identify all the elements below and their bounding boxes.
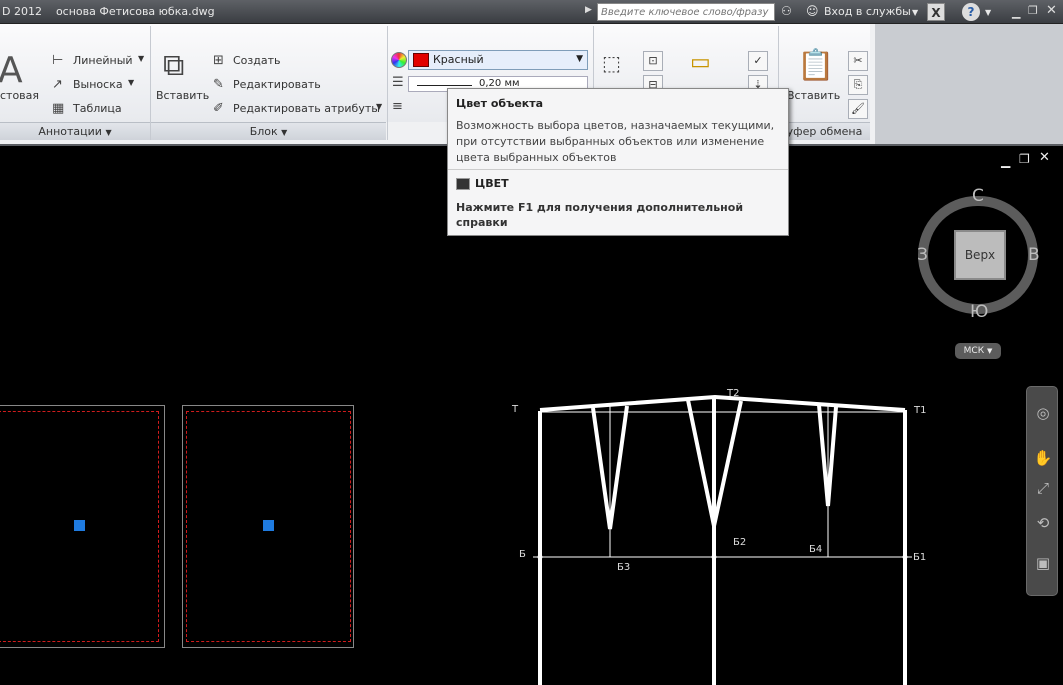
point-label-b1: Б1 (913, 552, 927, 563)
leader-button[interactable]: Выноска (73, 78, 123, 91)
match-properties-icon[interactable]: 🖌 (848, 99, 868, 119)
color-wheel-icon[interactable] (391, 52, 407, 68)
binoculars-icon[interactable]: ⚇ (781, 4, 792, 18)
pan-hand-icon[interactable]: ✋ (1032, 447, 1054, 469)
title-bar: D 2012 основа Фетисова юбка.dwg ▶ ⚇ ☺ Вх… (0, 0, 1063, 24)
exchange-button[interactable]: X (927, 3, 945, 21)
close-icon[interactable]: ✕ (1046, 3, 1057, 18)
table-button[interactable]: Таблица (73, 102, 122, 115)
title-expand-icon[interactable]: ▶ (585, 5, 592, 15)
text-tool-icon[interactable]: A (0, 50, 23, 91)
edit-block-button[interactable]: Редактировать (233, 78, 321, 91)
point-label-t: Т (512, 404, 519, 415)
cut-icon[interactable]: ✂ (848, 51, 868, 71)
table-icon[interactable]: ▦ (52, 102, 64, 116)
leader-icon[interactable]: ↗ (52, 78, 63, 92)
tooltip-command: ЦВЕТ (475, 177, 509, 190)
steering-wheel-icon[interactable]: ◎ (1032, 402, 1054, 424)
compass-south[interactable]: Ю (970, 302, 988, 322)
block-panel-dropdown-icon[interactable]: ▼ (281, 128, 287, 137)
navigation-bar: ◎ ✋ ⤢ ⟲ ▣ (1026, 386, 1058, 596)
tooltip-description: Возможность выбора цветов, назначаемых т… (456, 119, 775, 164)
annotation-panel-label: Аннотации (38, 125, 102, 138)
compass-east[interactable]: В (1028, 245, 1040, 265)
edit-attributes-button[interactable]: Редактировать атрибуты (233, 102, 380, 115)
color-swatch (413, 53, 429, 67)
point-label-t2: Т2 (727, 388, 740, 399)
linear-dim-icon[interactable]: ⊢ (52, 54, 63, 68)
ucs-label: МСК (963, 346, 985, 356)
point-label-t1: Т1 (914, 405, 927, 416)
help-dropdown-icon[interactable]: ▼ (985, 8, 991, 17)
paste-icon[interactable]: 📋 (797, 50, 834, 82)
insert-block-icon[interactable]: ⧉ (163, 50, 184, 82)
point-label-b3: Б3 (617, 562, 631, 573)
leader-dropdown-icon[interactable]: ▼ (128, 78, 134, 87)
point-label-b: Б (519, 549, 526, 560)
signin-dropdown-icon[interactable]: ▼ (912, 8, 918, 17)
tooltip-title: Цвет объекта (456, 97, 544, 110)
lineweight-icon: ☰ (392, 75, 404, 90)
group-icon[interactable]: ⬚ (602, 52, 621, 74)
color-value: Красный (433, 53, 484, 66)
tooltip-separator (448, 169, 788, 170)
edit-attributes-icon[interactable]: ✐ (213, 102, 224, 116)
annotation-panel-bar[interactable]: Аннотации ▼ (0, 122, 150, 140)
insert-block-button[interactable]: Вставить (156, 89, 209, 102)
create-block-button[interactable]: Создать (233, 54, 281, 67)
clipboard-panel-label: уфер обмена (786, 125, 863, 138)
point-label-b2: Б2 (733, 537, 747, 548)
color-dropdown-arrow-icon[interactable]: ▼ (576, 54, 583, 64)
linear-dim-button[interactable]: Линейный (73, 54, 133, 67)
showmotion-icon[interactable]: ▣ (1032, 552, 1054, 574)
group-edit-icon[interactable]: ⊡ (643, 51, 663, 71)
zoom-extents-icon[interactable]: ⤢ (1032, 477, 1054, 499)
block-panel-label: Блок (249, 125, 278, 138)
tooltip-help: Нажмите F1 для получения дополнительной … (456, 201, 744, 229)
measure-icon[interactable]: ▭ (690, 52, 711, 74)
autocad-window: D 2012 основа Фетисова юбка.dwg ▶ ⚇ ☺ Вх… (0, 0, 1063, 685)
clipboard-panel-bar[interactable]: уфер обмена (779, 122, 870, 140)
ribbon-empty-area (875, 24, 1063, 144)
point-label-b4: Б4 (809, 544, 823, 555)
select-mode-icon[interactable]: ✓ (748, 51, 768, 71)
lineweight-sample (417, 85, 472, 86)
text-tool-label[interactable]: стовая (0, 89, 39, 102)
color-dropdown[interactable]: Красный ▼ (408, 50, 588, 70)
compass-north[interactable]: С (972, 186, 984, 206)
minimize-icon[interactable]: ▁ (1012, 6, 1020, 19)
edit-attributes-dropdown-icon[interactable]: ▼ (376, 102, 382, 111)
color-tooltip: Цвет объекта Возможность выбора цветов, … (447, 88, 789, 236)
signin-button[interactable]: Вход в службы (824, 5, 911, 18)
edit-block-icon[interactable]: ✎ (213, 78, 224, 92)
linetype-icon: ≡ (392, 99, 403, 114)
linear-dropdown-icon[interactable]: ▼ (138, 54, 144, 63)
window-title: D 2012 основа Фетисова юбка.dwg (2, 5, 215, 18)
ucs-menu-button[interactable]: МСК ▼ (955, 343, 1001, 359)
copy-icon[interactable]: ⎘ (848, 75, 868, 95)
paste-button[interactable]: Вставить (787, 89, 840, 102)
ucs-dropdown-icon[interactable]: ▼ (987, 347, 992, 355)
compass-west[interactable]: З (917, 245, 928, 265)
user-icon[interactable]: ☺ (806, 4, 819, 18)
restore-icon[interactable]: ❐ (1028, 4, 1038, 17)
panel-separator (387, 26, 388, 140)
annotation-panel-dropdown-icon[interactable]: ▼ (105, 128, 111, 137)
orbit-icon[interactable]: ⟲ (1032, 512, 1054, 534)
search-input[interactable] (597, 3, 775, 21)
command-icon (456, 178, 470, 190)
viewcube-top-face[interactable]: Верх (954, 230, 1006, 280)
block-panel-bar[interactable]: Блок ▼ (151, 122, 386, 140)
help-button[interactable]: ? (962, 3, 980, 21)
create-block-icon[interactable]: ⊞ (213, 54, 224, 68)
